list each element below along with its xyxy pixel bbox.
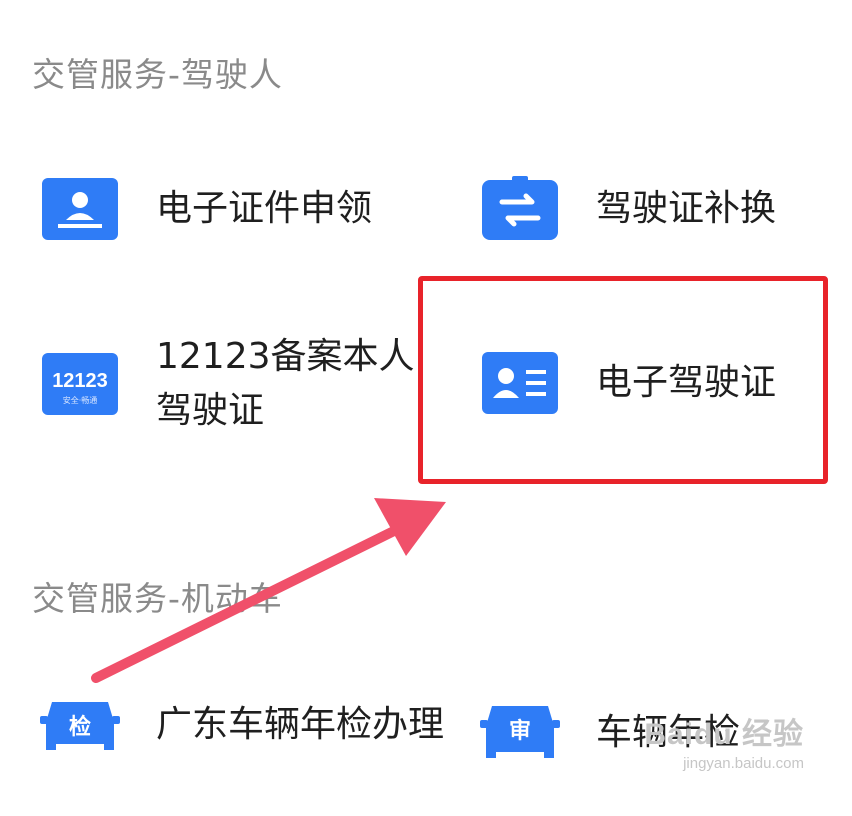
- 12123-logo-text: 12123: [52, 370, 108, 392]
- section-title-driver: 交管服务-驾驶人: [32, 55, 283, 94]
- swap-arrows-icon: [480, 176, 560, 242]
- watermark-sub-text: jingyan.baidu.com: [683, 755, 804, 772]
- id-upload-icon: [40, 176, 120, 242]
- car-inspect-glyph: 检: [69, 714, 91, 740]
- service-item-label: 电子证件申领: [156, 188, 373, 229]
- section-title-vehicle: 交管服务-机动车: [32, 579, 283, 618]
- highlight-box: [418, 276, 828, 484]
- baidu-watermark: Baidu 经验 jingyan.baidu.com: [644, 709, 804, 772]
- service-item-license-replace[interactable]: 驾驶证补换: [480, 176, 776, 242]
- car-inspect-icon: 检: [40, 692, 120, 758]
- service-item-e-certificate-apply[interactable]: 电子证件申领: [40, 176, 372, 242]
- watermark-main-text: Baidu 经验: [644, 718, 804, 751]
- service-item-label: 12123备案本人驾驶证: [156, 336, 415, 431]
- car-review-icon: 审: [480, 700, 560, 766]
- car-review-glyph: 审: [509, 718, 531, 744]
- service-item-12123-register-license[interactable]: 12123 安全·畅通 12123备案本人驾驶证: [40, 330, 426, 438]
- 12123-logo-subtext: 安全·畅通: [63, 395, 98, 405]
- service-item-label: 驾驶证补换: [596, 188, 777, 229]
- 12123-logo-icon: 12123 安全·畅通: [40, 351, 120, 417]
- service-item-label: 广东车辆年检办理: [156, 704, 445, 745]
- service-item-guangdong-annual-inspection[interactable]: 检 广东车辆年检办理: [40, 692, 446, 758]
